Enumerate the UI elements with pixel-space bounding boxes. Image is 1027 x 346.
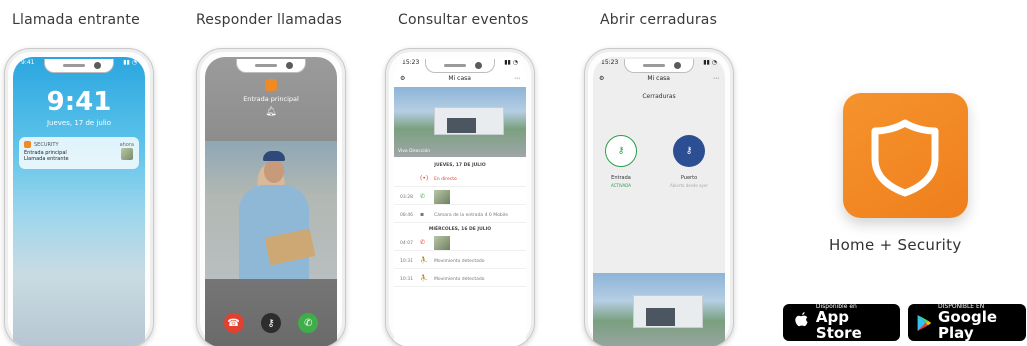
phone-check-events: 15:23 ▮▮ ◔ ⚙ Mi casa ⋯ Vivo Dirección JU…: [385, 48, 535, 346]
key-icon: ⚷: [267, 317, 275, 329]
day-header: JUEVES, 17 DE JULIO: [434, 163, 486, 168]
bell-icon: 🔔︎: [265, 107, 277, 117]
section-title: Cerraduras: [642, 93, 676, 100]
key-icon: ⚷: [617, 146, 625, 156]
shield-icon: [871, 119, 939, 197]
lock-time: 9:41: [46, 87, 112, 117]
camera-preview[interactable]: [593, 273, 725, 346]
hang-up-button[interactable]: ☎: [223, 313, 244, 333]
phone-incoming-call: 9:41 ▮▮ ◔ 9:41 Jueves, 17 de julio SECUR…: [4, 48, 154, 346]
signal-icon: ▮▮ ◔: [123, 59, 137, 66]
status-time: 9:41: [21, 59, 35, 66]
event-row[interactable]: 10:31 ⛹ Movimiento detectado: [394, 253, 526, 269]
key-icon: ⚷: [685, 146, 693, 156]
event-row[interactable]: 10:31 ⛹ Movimiento detectado: [394, 271, 526, 287]
phone-icon: ✆: [304, 317, 313, 329]
app-store-badge[interactable]: Disponible en App Store: [783, 303, 900, 342]
lock-date: Jueves, 17 de julio: [46, 119, 111, 127]
status-time: 15:23: [402, 59, 420, 66]
event-text: En directo: [434, 177, 457, 182]
open-door-button[interactable]: ⚷: [260, 313, 281, 333]
event-text: Movimiento detectado: [434, 277, 485, 282]
answer-button[interactable]: ✆: [298, 313, 319, 333]
person-face: [264, 159, 284, 183]
app-bar: ⚙ Mi casa ⋯: [593, 71, 725, 85]
phone-notch: [425, 59, 495, 73]
day-header: MIÉRCOLES, 16 DE JULIO: [428, 227, 492, 232]
more-icon[interactable]: ⋯: [514, 75, 520, 82]
column-title-answer-calls: Responder llamadas: [196, 12, 342, 28]
event-row[interactable]: (•) En directo: [394, 171, 526, 187]
notification-time: ahora: [119, 141, 134, 148]
camera-preview[interactable]: Vivo Dirección: [394, 87, 526, 157]
app-title: Mi casa: [448, 74, 471, 82]
call-screen: Entrada principal 🔔︎ ☎ ⚷ ✆: [205, 57, 337, 346]
column-title-check-events: Consultar eventos: [398, 12, 529, 28]
hang-up-icon: ☎: [227, 317, 240, 329]
settings-icon[interactable]: ⚙: [400, 75, 405, 82]
camera-footer: Vivo Dirección: [398, 149, 431, 154]
apple-icon: [791, 310, 811, 335]
phone-open-locks: 15:23 ▮▮ ◔ ⚙ Mi casa ⋯ Cerraduras ⚷ ⚷ En…: [584, 48, 734, 346]
event-thumbnail: [434, 190, 450, 204]
event-text: Cámara de la entrada 4 0 Mobile: [434, 213, 508, 218]
lock-entrada-button[interactable]: ⚷: [605, 135, 637, 167]
lock-name: Entrada: [611, 175, 631, 181]
more-icon[interactable]: ⋯: [713, 75, 719, 82]
google-play-label: Google Play: [938, 307, 998, 342]
signal-icon: ▮▮ ◔: [703, 59, 717, 66]
brand-name: Home + Security: [829, 236, 962, 254]
walk-icon: ⛹: [420, 257, 428, 264]
caller-video: [205, 141, 337, 279]
app-store-label: App Store: [815, 307, 862, 342]
event-thumbnail: [434, 236, 450, 250]
google-play-badge[interactable]: DISPONIBLE EN Google Play: [908, 303, 1026, 342]
phone-notch: [44, 59, 114, 73]
event-row[interactable]: 03:28 ✆: [394, 189, 526, 205]
event-time: 10:31: [400, 277, 413, 282]
lock-state: ACTIVADA: [610, 183, 632, 188]
lock-name: Puerto: [680, 175, 698, 181]
lock-puerto-button[interactable]: ⚷: [673, 135, 705, 167]
event-text: Movimiento detectado: [434, 259, 485, 264]
status-time: 15:23: [601, 59, 619, 66]
notification-card[interactable]: SECURITY ahora Entrada principal Llamada…: [19, 137, 139, 169]
walk-icon: ⛹: [420, 275, 428, 282]
caller-name: Entrada principal: [243, 95, 299, 103]
lock-state: Abierto desde ayer: [669, 183, 709, 188]
person-cap: [263, 151, 285, 161]
event-time: 10:31: [400, 259, 413, 264]
event-time: 04:07: [400, 241, 413, 246]
settings-icon[interactable]: ⚙: [599, 75, 604, 82]
call-actions: ☎ ⚷ ✆: [205, 313, 337, 333]
event-time: 08:46: [400, 213, 413, 218]
google-play-icon: [917, 314, 932, 331]
column-title-open-locks: Abrir cerraduras: [600, 12, 718, 28]
events-screen: 15:23 ▮▮ ◔ ⚙ Mi casa ⋯ Vivo Dirección JU…: [394, 57, 526, 346]
notification-line-2: Llamada entrante: [24, 156, 69, 162]
notification-thumbnail: [121, 148, 133, 160]
phone-icon: ✆: [420, 239, 426, 246]
app-bar: ⚙ Mi casa ⋯: [394, 71, 526, 85]
camera-icon: ▪: [420, 211, 425, 218]
notification-app: SECURITY: [34, 141, 59, 148]
phone-notch: [624, 59, 694, 73]
live-icon: (•): [420, 175, 429, 182]
shield-icon: [265, 79, 277, 91]
app-title: Mi casa: [647, 74, 670, 82]
column-title-incoming-call: Llamada entrante: [12, 12, 140, 28]
phone-icon: ✆: [420, 193, 426, 200]
locks-screen: 15:23 ▮▮ ◔ ⚙ Mi casa ⋯ Cerraduras ⚷ ⚷ En…: [593, 57, 725, 346]
event-time: 03:28: [400, 195, 413, 200]
event-row[interactable]: 08:46 ▪ Cámara de la entrada 4 0 Mobile: [394, 207, 526, 223]
phone-notch: [236, 59, 306, 73]
event-row[interactable]: 04:07 ✆: [394, 235, 526, 251]
shield-icon: [24, 141, 31, 148]
signal-icon: ▮▮ ◔: [504, 59, 518, 66]
app-logo: [843, 93, 968, 218]
phone-answer-calls: Entrada principal 🔔︎ ☎ ⚷ ✆: [196, 48, 346, 346]
lock-screen: 9:41 ▮▮ ◔ 9:41 Jueves, 17 de julio SECUR…: [13, 57, 145, 346]
